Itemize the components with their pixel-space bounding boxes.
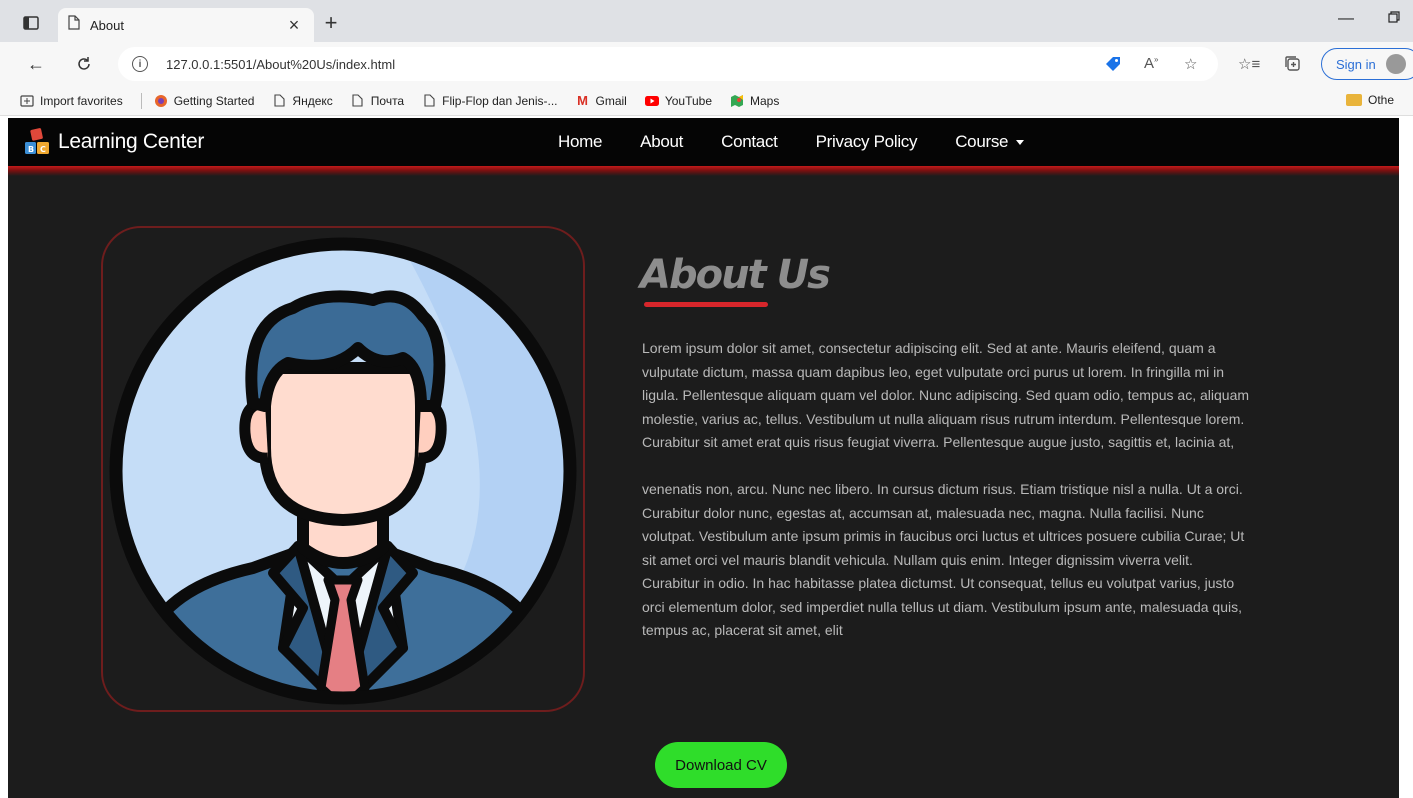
import-icon bbox=[20, 94, 34, 108]
site-navbar: B C Learning Center Home About Contact P… bbox=[8, 118, 1399, 166]
refresh-icon[interactable] bbox=[72, 52, 96, 76]
browser-tab-about[interactable]: About × bbox=[58, 8, 314, 42]
navbar-red-glow bbox=[8, 166, 1399, 176]
browser-tab-bar: About × + — bbox=[0, 0, 1413, 42]
heading-underline bbox=[644, 302, 768, 307]
fav-label: Почта bbox=[370, 93, 405, 108]
profile-image-frame bbox=[101, 226, 585, 712]
site-info-icon[interactable]: i bbox=[132, 56, 148, 72]
fav-import-favorites[interactable]: Import favorites bbox=[20, 94, 123, 108]
url-text[interactable]: 127.0.0.1:5501/About%20Us/index.html bbox=[166, 57, 395, 72]
sign-in-button[interactable]: Sign in bbox=[1321, 48, 1413, 80]
favorites-icon[interactable]: ☆≡ bbox=[1238, 55, 1260, 73]
about-heading: About Us bbox=[640, 252, 831, 298]
about-paragraph: venenatis non, arcu. Nunc nec libero. In… bbox=[642, 481, 1245, 638]
page-icon bbox=[351, 94, 365, 108]
caret-down-icon bbox=[1016, 140, 1025, 146]
sign-in-label: Sign in bbox=[1336, 56, 1376, 72]
gmail-icon: M bbox=[577, 93, 588, 108]
nav-about[interactable]: About bbox=[640, 132, 683, 152]
coupon-tag-icon[interactable] bbox=[1104, 55, 1122, 77]
nav-home[interactable]: Home bbox=[558, 132, 602, 152]
svg-text:B: B bbox=[28, 145, 34, 154]
about-paragraph: Lorem ipsum dolor sit amet, consectetur … bbox=[642, 340, 1250, 450]
fav-label: Getting Started bbox=[173, 93, 255, 108]
tab-title: About bbox=[90, 17, 124, 33]
tab-actions-icon[interactable] bbox=[18, 12, 44, 34]
svg-text:C: C bbox=[40, 145, 46, 154]
profile-avatar-icon bbox=[1385, 54, 1406, 74]
folder-icon bbox=[1346, 94, 1362, 106]
page-viewport: B C Learning Center Home About Contact P… bbox=[8, 118, 1399, 798]
about-body: Lorem ipsum dolor sit amet, consectetur … bbox=[642, 337, 1254, 666]
fav-label: Import favorites bbox=[40, 93, 123, 108]
add-favorite-icon[interactable]: ☆ bbox=[1184, 55, 1197, 73]
back-arrow-icon[interactable]: ← bbox=[24, 52, 48, 76]
main-menu: Home About Contact Privacy Policy Course bbox=[558, 118, 1062, 166]
fav-label: Яндекс bbox=[292, 93, 333, 108]
favorites-divider bbox=[140, 92, 142, 109]
fav-label: Flip-Flop dan Jenis-... bbox=[442, 93, 558, 108]
page-icon bbox=[272, 94, 286, 108]
fav-gmail[interactable]: M Gmail bbox=[576, 93, 627, 108]
restore-icon[interactable] bbox=[1388, 10, 1400, 28]
fav-maps[interactable]: Maps bbox=[730, 94, 779, 108]
other-favorites-label: Othe bbox=[1368, 93, 1395, 107]
minimize-icon[interactable]: — bbox=[1338, 10, 1354, 28]
url-bar[interactable]: i 127.0.0.1:5501/About%20Us/index.html bbox=[118, 47, 1218, 81]
page-icon bbox=[68, 15, 80, 35]
fav-label: YouTube bbox=[664, 93, 712, 108]
other-favorites[interactable]: Othe bbox=[1346, 93, 1394, 107]
collections-icon[interactable] bbox=[1284, 55, 1302, 77]
fav-label: Gmail bbox=[595, 93, 627, 108]
new-tab-icon[interactable]: + bbox=[318, 10, 344, 36]
nav-course-dropdown[interactable]: Course bbox=[955, 132, 1025, 152]
page-icon bbox=[422, 94, 436, 108]
businessman-avatar-icon bbox=[109, 237, 577, 705]
favorites-bar: Import favorites Getting Started Яндекс … bbox=[0, 86, 1413, 116]
read-aloud-icon[interactable]: A» bbox=[1144, 55, 1158, 72]
fav-pochta[interactable]: Почта bbox=[351, 94, 404, 108]
address-toolbar: ← i 127.0.0.1:5501/About%20Us/index.html… bbox=[0, 42, 1413, 86]
download-cv-button[interactable]: Download CV bbox=[655, 742, 787, 788]
fav-getting-started[interactable]: Getting Started bbox=[154, 93, 255, 108]
nav-contact[interactable]: Contact bbox=[721, 132, 778, 152]
brand-name: Learning Center bbox=[58, 130, 205, 153]
maps-icon bbox=[730, 94, 744, 108]
nav-course-label: Course bbox=[955, 132, 1009, 151]
close-tab-icon[interactable]: × bbox=[284, 15, 304, 36]
fav-youtube[interactable]: YouTube bbox=[644, 93, 712, 108]
learning-blocks-icon: B C bbox=[24, 128, 50, 156]
fav-flip-flop[interactable]: Flip-Flop dan Jenis-... bbox=[422, 93, 558, 108]
brand-link[interactable]: B C Learning Center bbox=[24, 128, 204, 156]
fav-label: Maps bbox=[750, 93, 780, 108]
fav-yandex[interactable]: Яндекс bbox=[272, 93, 333, 108]
nav-privacy-policy[interactable]: Privacy Policy bbox=[816, 132, 918, 152]
youtube-icon bbox=[644, 94, 659, 108]
firefox-icon bbox=[154, 94, 168, 108]
